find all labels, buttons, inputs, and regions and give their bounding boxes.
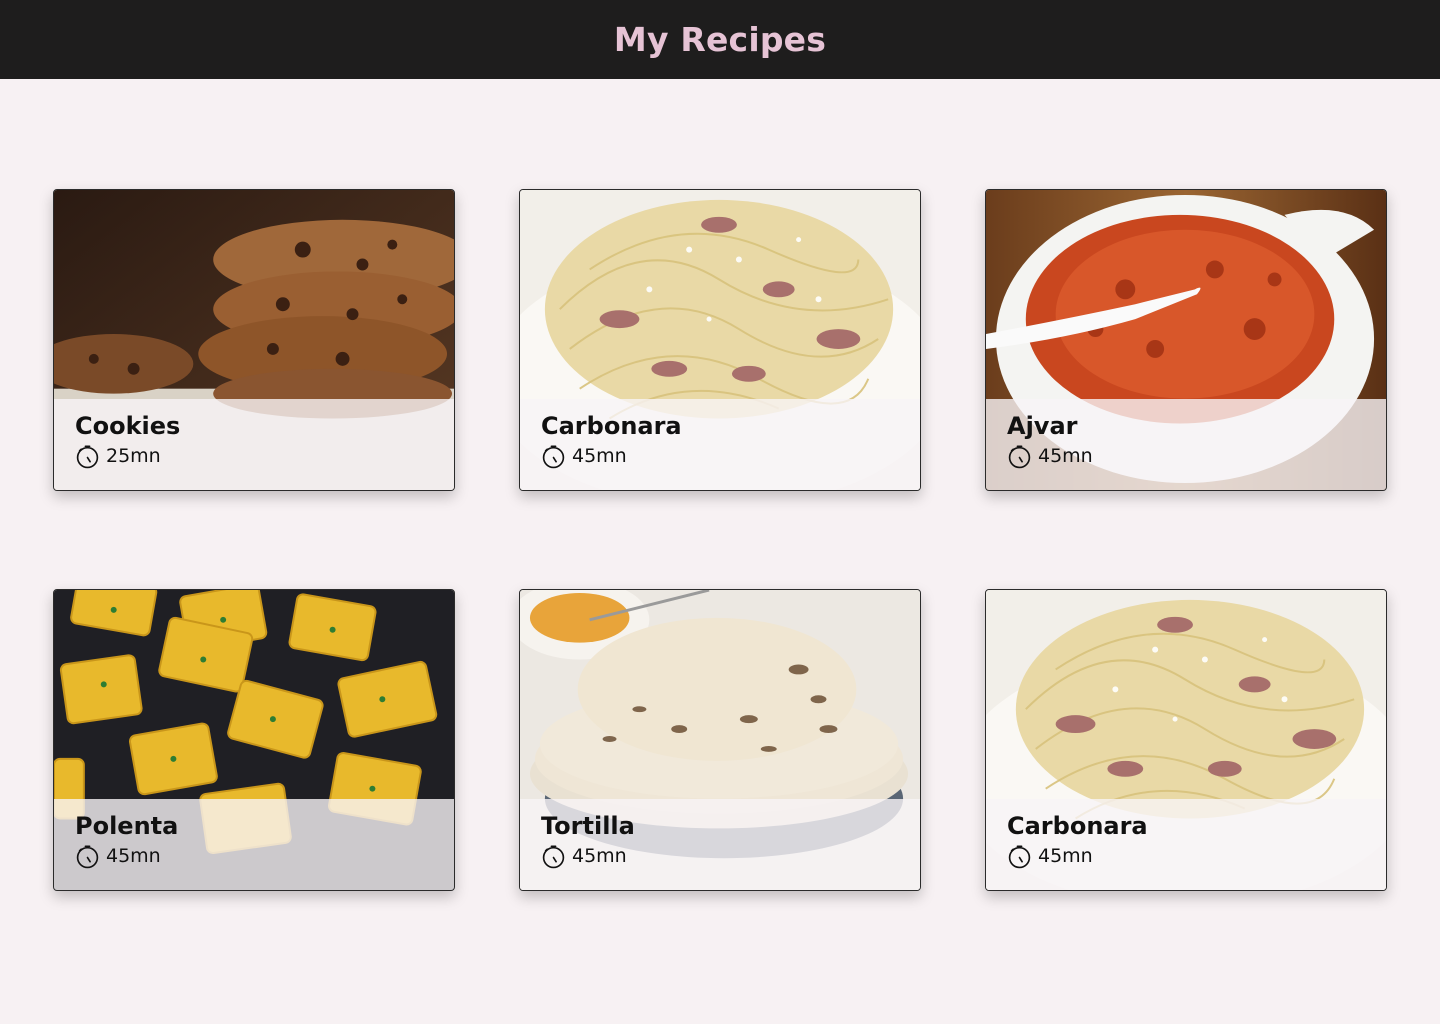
- recipe-info: Cookies 25mn: [54, 399, 454, 490]
- recipe-time-row: 45mn: [1007, 844, 1365, 869]
- timer-icon: [75, 444, 100, 469]
- recipe-card-ajvar[interactable]: Ajvar 45mn: [985, 189, 1387, 491]
- recipe-title: Cookies: [75, 412, 181, 440]
- recipe-time-row: 45mn: [1007, 444, 1365, 469]
- recipe-time: 45mn: [572, 845, 627, 867]
- recipe-card-carbonara[interactable]: Carbonara 45mn: [519, 189, 921, 491]
- recipe-title: Polenta: [75, 812, 179, 840]
- timer-icon: [541, 844, 566, 869]
- timer-icon: [541, 444, 566, 469]
- recipe-time: 45mn: [572, 445, 627, 467]
- recipe-info: Tortilla 45mn: [520, 799, 920, 890]
- recipe-info: Carbonara 45mn: [986, 799, 1386, 890]
- recipe-card-tortilla[interactable]: Tortilla 45mn: [519, 589, 921, 891]
- recipe-time: 45mn: [106, 845, 161, 867]
- app-header: My Recipes: [0, 0, 1440, 79]
- recipe-info: Ajvar 45mn: [986, 399, 1386, 490]
- recipe-time-row: 45mn: [541, 844, 899, 869]
- recipe-time-row: 45mn: [75, 844, 433, 869]
- timer-icon: [1007, 444, 1032, 469]
- recipe-title: Tortilla: [541, 812, 635, 840]
- timer-icon: [1007, 844, 1032, 869]
- recipe-time-row: 25mn: [75, 444, 433, 469]
- recipe-time: 25mn: [106, 445, 161, 467]
- timer-icon: [75, 844, 100, 869]
- recipe-info: Polenta 45mn: [54, 799, 454, 890]
- recipe-title: Ajvar: [1007, 412, 1078, 440]
- recipe-info: Carbonara 45mn: [520, 399, 920, 490]
- recipe-card-polenta[interactable]: Polenta 45mn: [53, 589, 455, 891]
- recipe-card-cookies[interactable]: Cookies 25mn: [53, 189, 455, 491]
- recipe-time-row: 45mn: [541, 444, 899, 469]
- recipe-time: 45mn: [1038, 845, 1093, 867]
- recipe-grid: Cookies 25mn Carbonara 45mn Ajvar 45mn P…: [53, 189, 1387, 891]
- recipe-title: Carbonara: [1007, 812, 1148, 840]
- recipe-time: 45mn: [1038, 445, 1093, 467]
- recipe-card-carbonara[interactable]: Carbonara 45mn: [985, 589, 1387, 891]
- page-title: My Recipes: [613, 20, 827, 59]
- recipe-title: Carbonara: [541, 412, 682, 440]
